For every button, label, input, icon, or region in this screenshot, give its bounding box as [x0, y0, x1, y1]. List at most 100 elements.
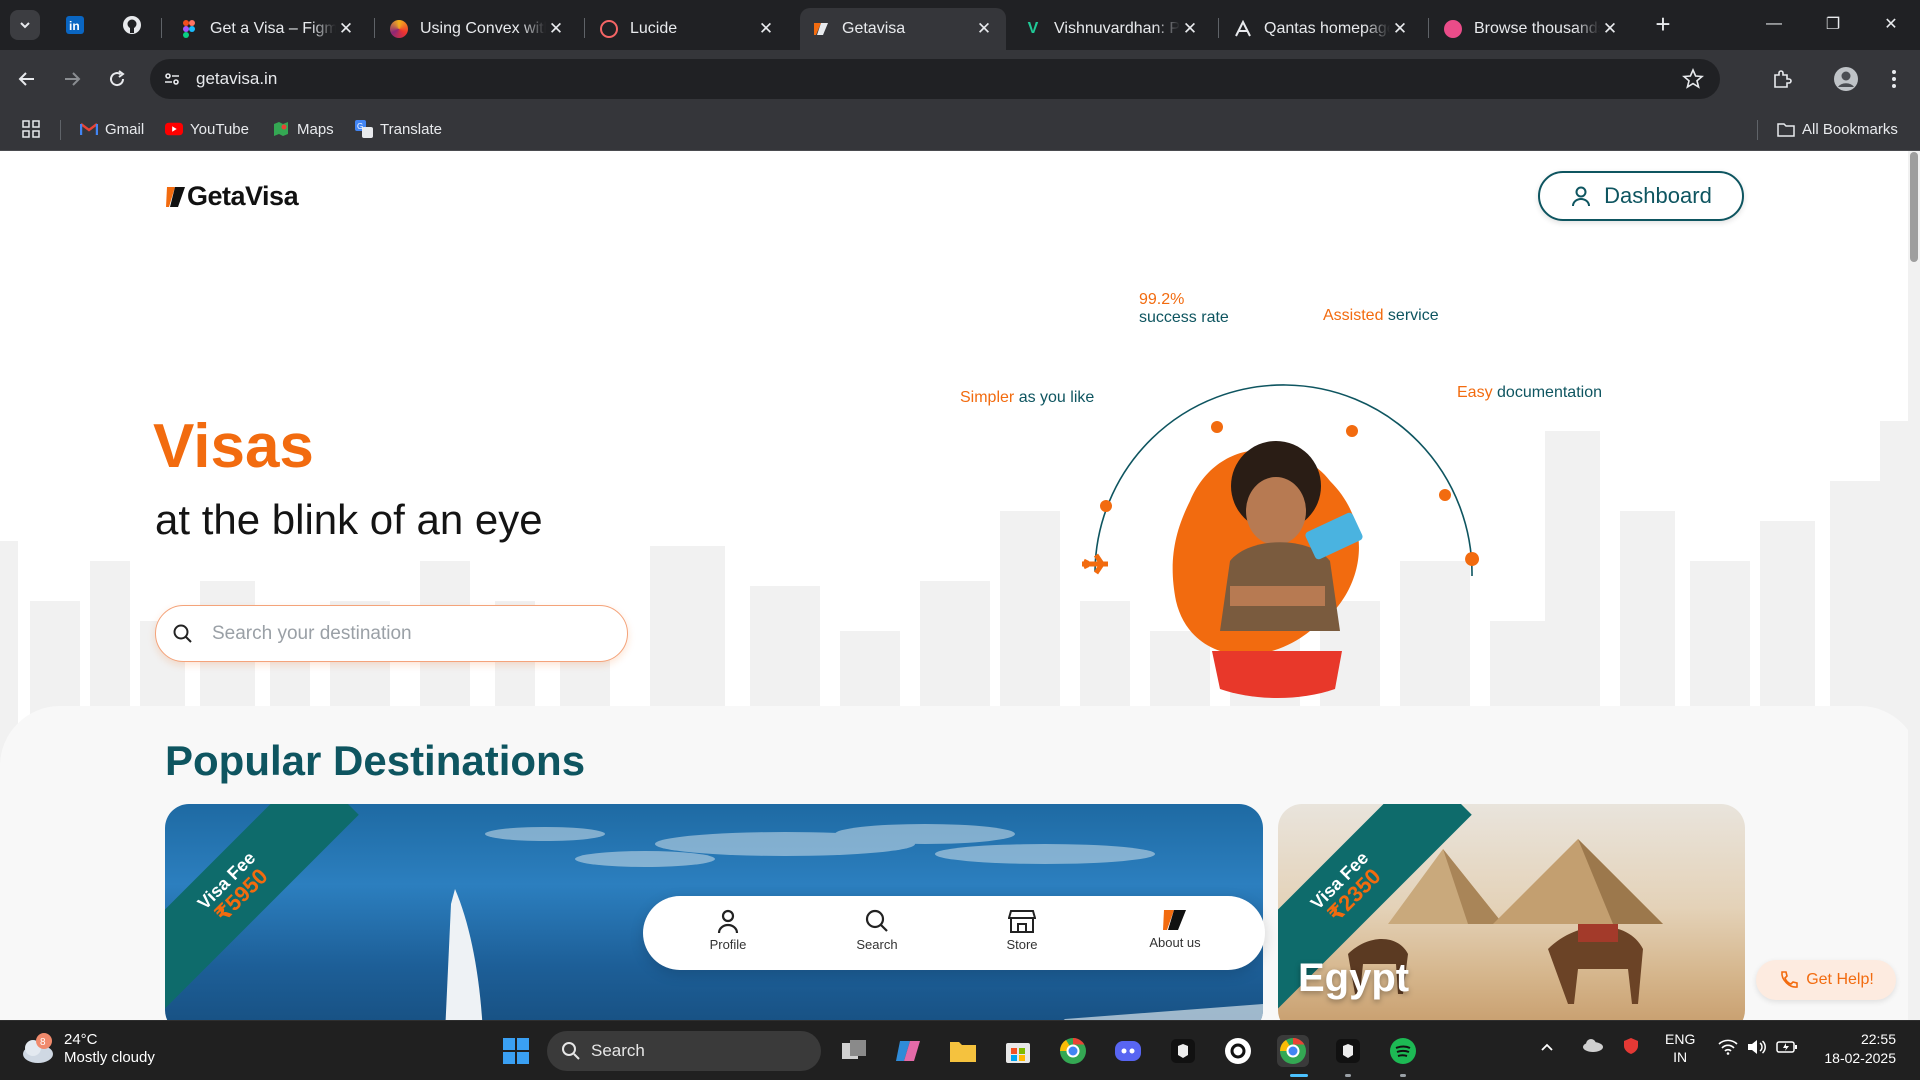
chrome-active-app[interactable] — [1277, 1035, 1309, 1067]
windows-taskbar: 8 24°C Mostly cloudy Search ENG IN 22:55… — [0, 1020, 1920, 1080]
weather-widget[interactable]: 8 24°C Mostly cloudy — [20, 1031, 155, 1067]
bookmarks-bar: Gmail YouTube Maps G Translate All Bookm… — [0, 108, 1920, 151]
site-logo[interactable]: GetaVisa — [165, 181, 299, 212]
bookmark-star-icon[interactable] — [1682, 67, 1704, 95]
ms-store-app[interactable] — [1002, 1035, 1034, 1067]
destination-search-input[interactable] — [212, 618, 602, 650]
bookmark-maps[interactable]: Maps — [272, 118, 334, 140]
tab-strip: in Get a Visa – Figma ✕ Using Convex wit… — [0, 0, 1920, 50]
tab-figma[interactable]: Get a Visa – Figma ✕ — [168, 8, 368, 50]
nav-search[interactable]: Search — [832, 908, 922, 952]
grid-icon — [22, 120, 40, 138]
scrollbar-thumb[interactable] — [1910, 152, 1918, 262]
close-icon[interactable]: ✕ — [336, 19, 356, 39]
getavisa-icon — [812, 20, 830, 38]
store-icon — [1006, 1043, 1030, 1063]
reload-button[interactable] — [101, 63, 133, 95]
browser-menu-button[interactable] — [1878, 63, 1910, 95]
cloud-icon — [1583, 1039, 1603, 1052]
battery-icon[interactable] — [1776, 1039, 1798, 1060]
tray-app[interactable] — [1622, 1037, 1640, 1060]
tab-title: Using Convex with — [420, 20, 546, 37]
site-info-icon[interactable] — [162, 69, 182, 94]
get-help-button[interactable]: Get Help! — [1756, 960, 1896, 1000]
close-icon[interactable]: ✕ — [974, 19, 994, 39]
bottom-navigation: Profile Search Store About us — [643, 896, 1265, 970]
close-icon[interactable]: ✕ — [546, 19, 566, 39]
task-view-button[interactable] — [838, 1035, 870, 1067]
back-button[interactable] — [11, 63, 43, 95]
tab-getavisa[interactable]: Getavisa ✕ — [800, 8, 1006, 50]
discord-app[interactable] — [1112, 1035, 1144, 1067]
feature-success-rate: 99.2% success rate — [1139, 291, 1229, 328]
tab-title: Lucide — [630, 20, 678, 37]
close-icon[interactable]: ✕ — [1600, 19, 1620, 39]
volume-icon[interactable] — [1746, 1039, 1766, 1060]
search-icon — [172, 623, 194, 650]
close-icon[interactable]: ✕ — [1390, 19, 1410, 39]
region-code: IN — [1673, 1048, 1688, 1065]
close-icon[interactable]: ✕ — [1180, 19, 1200, 39]
linkedin-icon: in — [66, 16, 84, 34]
more-vertical-icon — [1892, 70, 1896, 88]
tab-dribbble[interactable]: Browse thousands ✕ — [1432, 8, 1632, 50]
destination-card-egypt[interactable]: Visa Fee ₹2350 Egypt — [1278, 804, 1745, 1020]
chrome-icon — [1279, 1037, 1306, 1064]
destination-search[interactable] — [155, 605, 628, 662]
onedrive-tray[interactable] — [1582, 1037, 1604, 1058]
pinned-tab-github[interactable] — [117, 10, 147, 40]
tab-title: Vishnuvardhan: Pr — [1054, 20, 1180, 37]
forward-button[interactable] — [56, 63, 88, 95]
nav-profile[interactable]: Profile — [683, 908, 773, 952]
nav-store[interactable]: Store — [977, 908, 1067, 952]
weather-desc: Mostly cloudy — [64, 1049, 155, 1066]
tab-convex[interactable]: Using Convex with ✕ — [378, 8, 578, 50]
spotify-app[interactable] — [1387, 1035, 1419, 1067]
profile-avatar[interactable] — [1830, 63, 1862, 95]
tab-search-button[interactable] — [10, 10, 40, 40]
bookmark-gmail[interactable]: Gmail — [80, 118, 144, 140]
app-cube-2[interactable] — [1332, 1035, 1364, 1067]
app-threads[interactable] — [1222, 1035, 1254, 1067]
file-explorer-app[interactable] — [947, 1035, 979, 1067]
arrow-left-icon — [18, 72, 34, 86]
cube-icon — [1336, 1039, 1360, 1063]
show-hidden-icons[interactable] — [1540, 1039, 1554, 1057]
address-bar[interactable]: getavisa.in — [150, 59, 1720, 99]
new-tab-button[interactable]: + — [1650, 11, 1676, 38]
qantas-icon — [1234, 20, 1252, 38]
feature-highlight: Simpler — [960, 389, 1015, 406]
arrow-right-icon — [65, 72, 81, 86]
copilot-icon — [896, 1041, 920, 1061]
all-bookmarks-button[interactable]: All Bookmarks — [1777, 118, 1898, 140]
tab-qantas[interactable]: Qantas homepage ✕ — [1222, 8, 1422, 50]
apps-button[interactable] — [22, 118, 40, 140]
start-button[interactable] — [500, 1035, 532, 1067]
bookmark-translate[interactable]: G Translate — [355, 118, 442, 140]
page-scrollbar[interactable] — [1908, 151, 1920, 1020]
suitcase — [1212, 651, 1342, 698]
network-icon[interactable] — [1718, 1039, 1738, 1060]
phone-icon — [1781, 971, 1799, 988]
hero-subtitle: at the blink of an eye — [155, 496, 543, 543]
copilot-app[interactable] — [892, 1035, 924, 1067]
close-window-button[interactable]: ✕ — [1862, 0, 1920, 48]
minimize-button[interactable]: — — [1745, 0, 1803, 48]
restore-button[interactable]: ❐ — [1804, 0, 1862, 48]
get-help-label: Get Help! — [1806, 971, 1874, 988]
store-icon — [1008, 910, 1036, 933]
nav-about[interactable]: About us — [1130, 908, 1220, 950]
chrome-app[interactable] — [1057, 1035, 1089, 1067]
taskbar-search[interactable]: Search — [547, 1031, 821, 1071]
system-clock[interactable]: 22:55 18-02-2025 — [1810, 1030, 1896, 1068]
extensions-button[interactable] — [1766, 63, 1798, 95]
app-cube[interactable] — [1167, 1035, 1199, 1067]
tab-vishnuvardhan[interactable]: V Vishnuvardhan: Pr ✕ — [1012, 8, 1212, 50]
language-indicator[interactable]: ENG IN — [1665, 1031, 1695, 1066]
tab-lucide[interactable]: Lucide ✕ — [588, 8, 788, 50]
bookmark-youtube[interactable]: YouTube — [165, 118, 249, 140]
dashboard-button[interactable]: Dashboard — [1538, 171, 1744, 221]
close-icon[interactable]: ✕ — [756, 19, 776, 39]
pinned-tab-linkedin[interactable]: in — [60, 10, 90, 40]
browser-toolbar: getavisa.in — [0, 50, 1920, 108]
